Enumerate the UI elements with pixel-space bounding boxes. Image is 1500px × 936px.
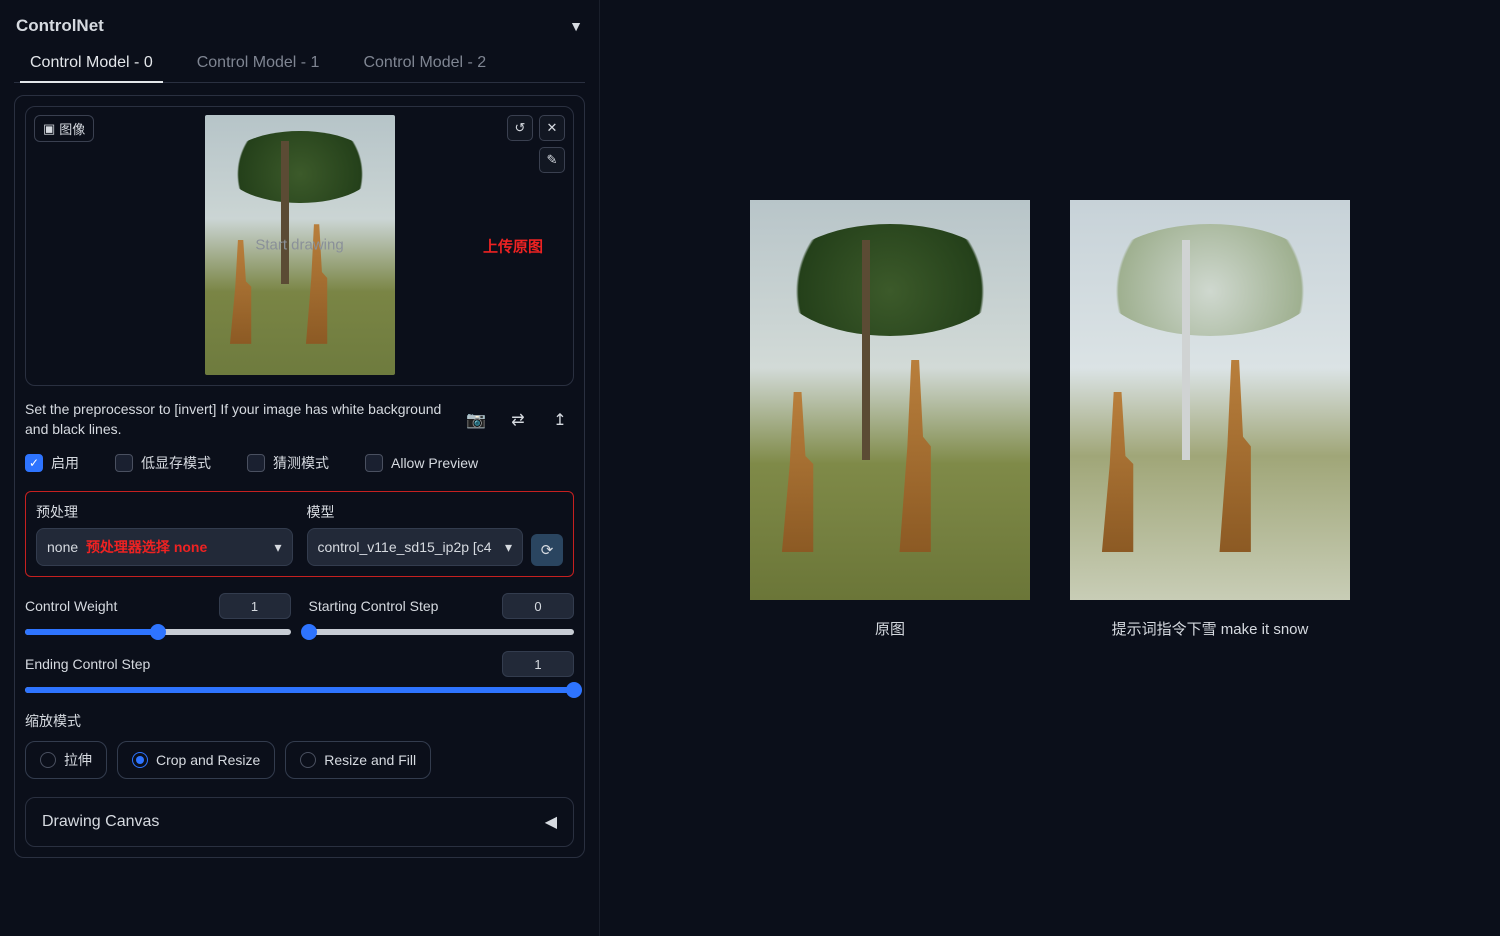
end-track[interactable] — [25, 687, 574, 693]
lowvram-label: 低显存模式 — [141, 453, 211, 473]
image-tag: ▣ 图像 — [34, 115, 94, 142]
undo-button[interactable]: ↺ — [507, 115, 533, 141]
model-select[interactable]: control_v11e_sd15_ip2p [c4 ▾ — [307, 528, 524, 566]
control-card: ▣ 图像 ↺ ✕ ✎ Start drawing 上传原图 Set the pr… — [14, 95, 585, 858]
preprocessor-col: 预处理 none 预处理器选择 none ▾ — [36, 502, 293, 566]
result-caption: 提示词指令下雪 make it snow — [1112, 618, 1309, 639]
edit-button[interactable]: ✎ — [539, 147, 565, 173]
help-row: Set the preprocessor to [invert] If your… — [25, 400, 574, 439]
model-value: control_v11e_sd15_ip2p [c4 — [318, 539, 492, 555]
camera-icon[interactable]: 📷 — [462, 409, 490, 431]
resize-opt-2: Resize and Fill — [324, 752, 416, 768]
panel-title: ControlNet — [16, 16, 104, 36]
annotation-upload: 上传原图 — [483, 236, 543, 257]
tab-model-0[interactable]: Control Model - 0 — [20, 46, 163, 82]
help-text: Set the preprocessor to [invert] If your… — [25, 400, 448, 439]
start-step-slider: Starting Control Step 0 — [309, 593, 575, 635]
preproc-annotation: 预处理器选择 none — [86, 539, 207, 555]
close-button[interactable]: ✕ — [539, 115, 565, 141]
result-image — [1070, 200, 1350, 600]
weight-label: Control Weight — [25, 598, 117, 614]
refresh-button[interactable]: ⟳ — [531, 534, 563, 566]
guess-label: 猜测模式 — [273, 453, 329, 473]
resize-fill[interactable]: Resize and Fill — [285, 741, 431, 779]
accordion-label: Drawing Canvas — [42, 813, 159, 831]
model-col: 模型 control_v11e_sd15_ip2p [c4 ▾ ⟳ — [307, 502, 564, 566]
resize-opt-0: 拉伸 — [64, 750, 92, 770]
comparison-gallery: 原图 提示词指令下雪 make it snow — [600, 0, 1500, 936]
swap-icon[interactable]: ⇄ — [504, 409, 532, 431]
control-weight-slider: Control Weight 1 — [25, 593, 291, 635]
resize-opt-1: Crop and Resize — [156, 752, 260, 768]
tab-model-1[interactable]: Control Model - 1 — [187, 46, 330, 82]
resize-radios: 拉伸 Crop and Resize Resize and Fill — [25, 741, 574, 779]
start-value[interactable]: 0 — [502, 593, 574, 619]
watermark-text: Start drawing — [255, 237, 343, 254]
end-label: Ending Control Step — [25, 656, 150, 672]
preprocessor-select[interactable]: none 预处理器选择 none ▾ — [36, 528, 293, 566]
preproc-value: none — [47, 539, 78, 555]
end-value[interactable]: 1 — [502, 651, 574, 677]
preview-checkbox[interactable]: Allow Preview — [365, 454, 478, 472]
resize-crop[interactable]: Crop and Resize — [117, 741, 275, 779]
drawing-canvas-accordion[interactable]: Drawing Canvas ◀ — [25, 797, 574, 847]
image-dropzone[interactable]: ▣ 图像 ↺ ✕ ✎ Start drawing 上传原图 — [25, 106, 574, 386]
upload-icon[interactable]: ↥ — [546, 409, 574, 431]
start-label: Starting Control Step — [309, 598, 439, 614]
original-figure: 原图 — [750, 200, 1030, 639]
resize-stretch[interactable]: 拉伸 — [25, 741, 107, 779]
checkbox-row: ✓启用 低显存模式 猜测模式 Allow Preview — [25, 453, 574, 473]
original-caption: 原图 — [875, 618, 905, 639]
tab-model-2[interactable]: Control Model - 2 — [353, 46, 496, 82]
enable-checkbox[interactable]: ✓启用 — [25, 453, 79, 473]
result-figure: 提示词指令下雪 make it snow — [1070, 200, 1350, 639]
image-icon: ▣ — [43, 121, 55, 137]
preprocessor-label: 预处理 — [36, 502, 293, 522]
resize-mode: 缩放模式 拉伸 Crop and Resize Resize and Fill — [25, 711, 574, 779]
weight-track[interactable] — [25, 629, 291, 635]
uploaded-image: Start drawing — [205, 115, 395, 375]
preview-label: Allow Preview — [391, 455, 478, 471]
original-image — [750, 200, 1030, 600]
panel-header[interactable]: ControlNet ▼ — [14, 10, 585, 46]
slider-row-2: Ending Control Step 1 — [25, 651, 574, 693]
controlnet-panel: ControlNet ▼ Control Model - 0 Control M… — [0, 0, 600, 936]
lowvram-checkbox[interactable]: 低显存模式 — [115, 453, 211, 473]
collapse-icon[interactable]: ▼ — [569, 18, 583, 34]
chevron-down-icon: ▾ — [274, 539, 281, 556]
chevron-down-icon: ▾ — [505, 539, 512, 556]
image-tag-label: 图像 — [59, 119, 85, 138]
image-buttons: ↺ ✕ ✎ — [507, 115, 565, 173]
model-tabs: Control Model - 0 Control Model - 1 Cont… — [14, 46, 585, 83]
enable-label: 启用 — [51, 453, 79, 473]
accordion-arrow-icon: ◀ — [545, 812, 557, 832]
model-label: 模型 — [307, 502, 564, 522]
weight-value[interactable]: 1 — [219, 593, 291, 619]
slider-row-1: Control Weight 1 Starting Control Step 0 — [25, 593, 574, 635]
end-step-slider: Ending Control Step 1 — [25, 651, 574, 693]
start-track[interactable] — [309, 629, 575, 635]
resize-label: 缩放模式 — [25, 711, 574, 731]
preproc-model-box: 预处理 none 预处理器选择 none ▾ 模型 control_v11e_s… — [25, 491, 574, 577]
guess-checkbox[interactable]: 猜测模式 — [247, 453, 329, 473]
